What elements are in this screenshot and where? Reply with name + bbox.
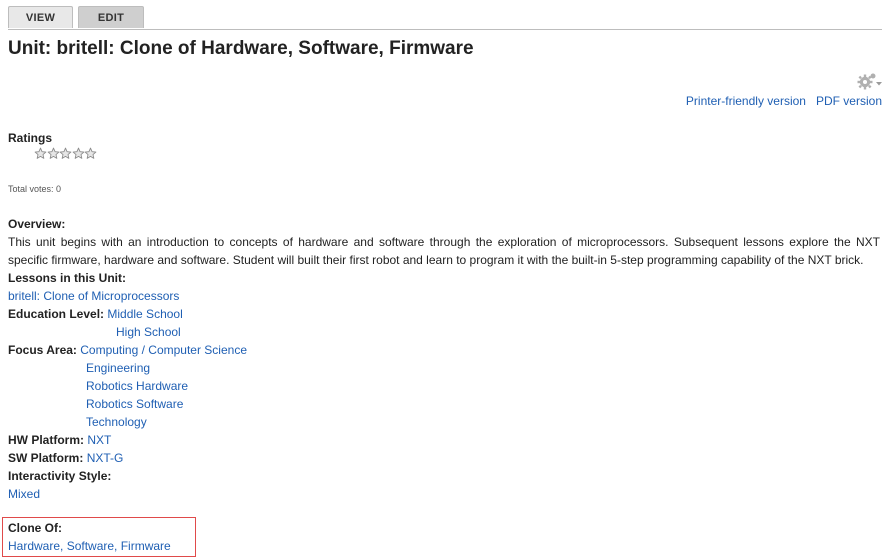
unit-details: Overview: This unit begins with an intro… [8,215,880,503]
focus-area-link[interactable]: Robotics Hardware [86,379,188,393]
lessons-label: Lessons in this Unit: [8,271,127,285]
star-icon[interactable] [59,147,72,160]
printer-friendly-link[interactable]: Printer-friendly version [686,94,806,108]
star-icon[interactable] [47,147,60,160]
focus-area-label: Focus Area: [8,343,77,357]
education-level-label: Education Level: [8,307,105,321]
clone-of-label: Clone Of: [8,521,62,535]
focus-area-link[interactable]: Robotics Software [86,397,183,411]
lesson-link[interactable]: britell: Clone of Microprocessors [8,289,179,303]
hw-platform-label: HW Platform: [8,433,84,447]
gear-icon[interactable] [854,72,882,90]
star-icon[interactable] [34,147,47,160]
education-level-link[interactable]: Middle School [107,307,182,321]
pdf-version-link[interactable]: PDF version [816,94,882,108]
sw-platform-link[interactable]: NXT-G [87,451,124,465]
focus-area-link[interactable]: Technology [86,415,147,429]
focus-area-link[interactable]: Engineering [86,361,150,375]
tab-edit[interactable]: EDIT [78,6,144,28]
sw-platform-label: SW Platform: [8,451,84,465]
star-icon[interactable] [72,147,85,160]
overview-text: This unit begins with an introduction to… [8,235,880,267]
total-votes: Total votes: 0 [8,184,62,194]
clone-of-link[interactable]: Hardware, Software, Firmware [8,539,171,553]
star-rating[interactable] [34,147,97,163]
focus-area-link[interactable]: Computing / Computer Science [80,343,247,357]
print-links: Printer-friendly version PDF version [676,94,882,108]
ratings-label: Ratings [8,131,53,145]
hw-platform-link[interactable]: NXT [87,433,111,447]
overview-label: Overview: [8,217,66,231]
interactivity-style-link[interactable]: Mixed [8,487,40,501]
interactivity-style-label: Interactivity Style: [8,469,112,483]
star-icon[interactable] [84,147,97,160]
tab-view[interactable]: VIEW [8,6,73,28]
education-level-link[interactable]: High School [116,325,181,339]
tab-bar: VIEW EDIT [8,6,882,30]
page-title: Unit: britell: Clone of Hardware, Softwa… [8,38,474,59]
